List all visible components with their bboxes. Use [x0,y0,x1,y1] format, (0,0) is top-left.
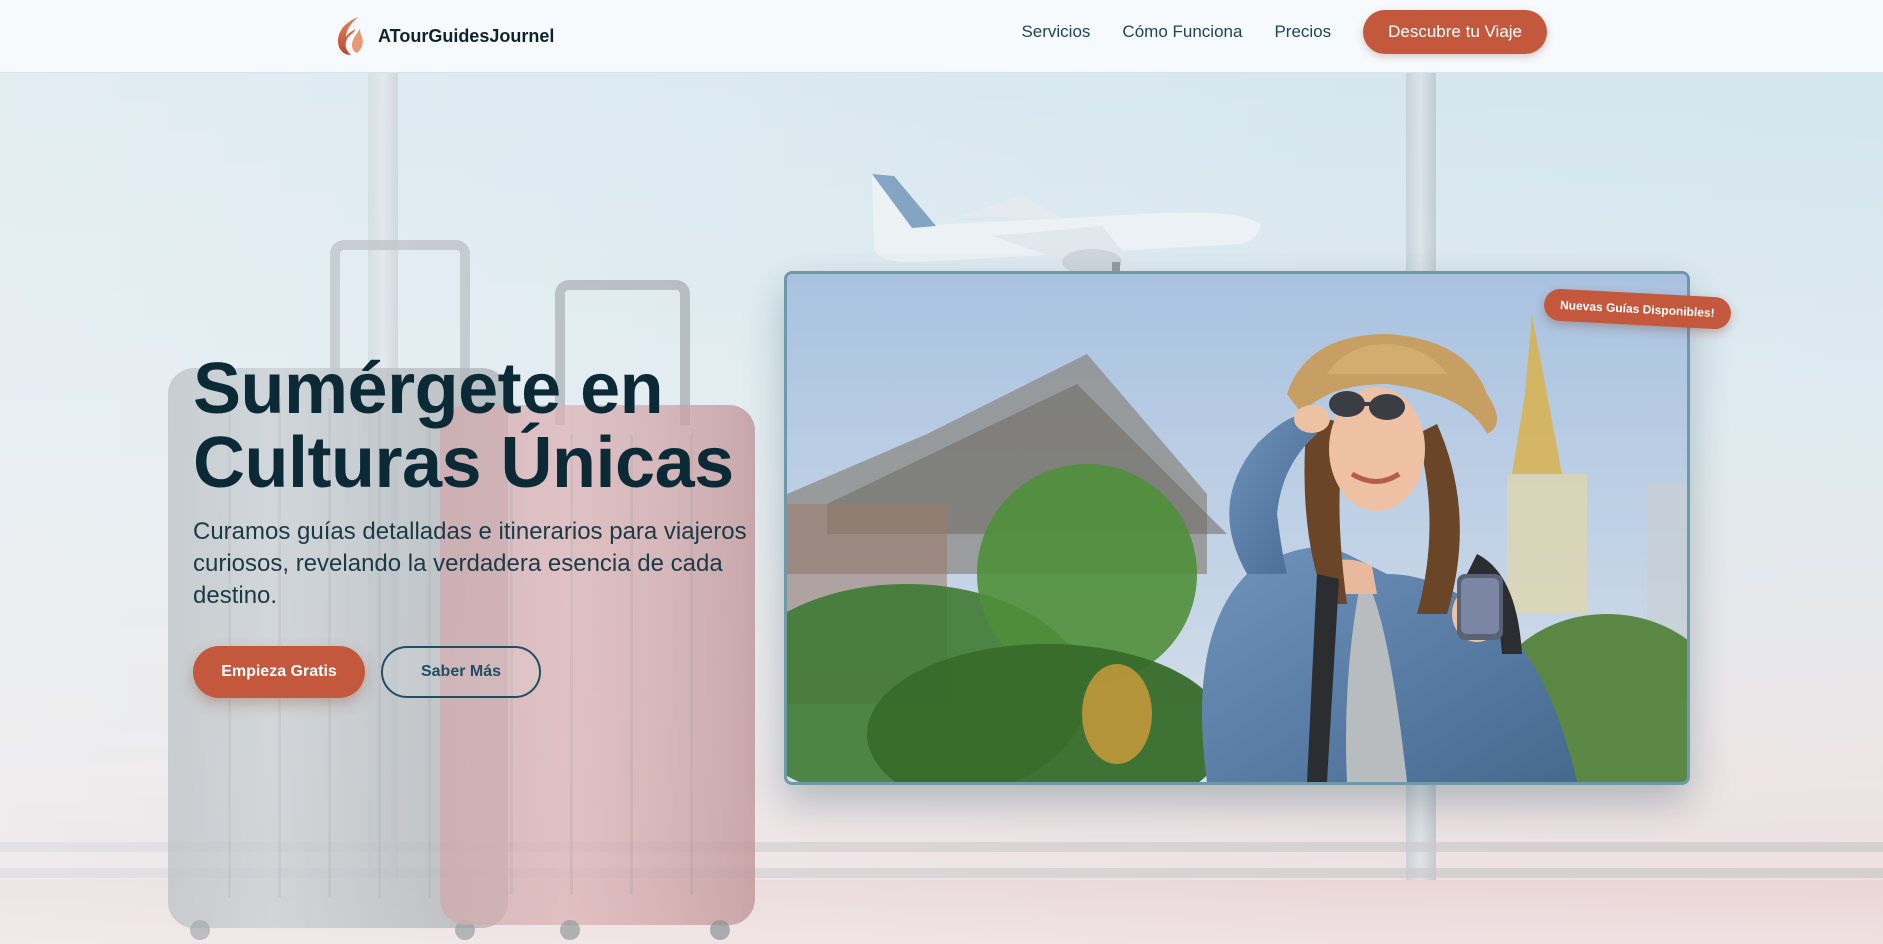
nav-link-servicios[interactable]: Servicios [1021,22,1090,42]
flame-logo-icon [338,17,363,55]
hero-content: Sumérgete en Culturas Únicas Curamos guí… [193,352,773,698]
hero-title-line-2: Culturas Únicas [193,423,734,503]
traveler-photo-image [787,274,1687,782]
learn-more-button[interactable]: Saber Más [381,646,541,698]
main-nav: Servicios Cómo Funciona Precios Descubre… [1021,10,1547,54]
discover-trip-button[interactable]: Descubre tu Viaje [1363,10,1547,54]
nav-link-como-funciona[interactable]: Cómo Funciona [1122,22,1242,42]
hero-actions: Empieza Gratis Saber Más [193,646,773,698]
brand-name: ATourGuidesJournel [378,25,555,46]
start-free-button[interactable]: Empieza Gratis [193,646,365,698]
hero-photo [784,271,1690,785]
hero-title: Sumérgete en Culturas Únicas [193,352,773,500]
hero-title-line-1: Sumérgete en [193,349,664,429]
hero-subtitle: Curamos guías detalladas e itinerarios p… [193,518,747,609]
brand-link[interactable]: ATourGuidesJournel [334,10,554,62]
site-header: ATourGuidesJournel Servicios Cómo Funcio… [0,0,1883,73]
nav-link-precios[interactable]: Precios [1274,22,1331,42]
